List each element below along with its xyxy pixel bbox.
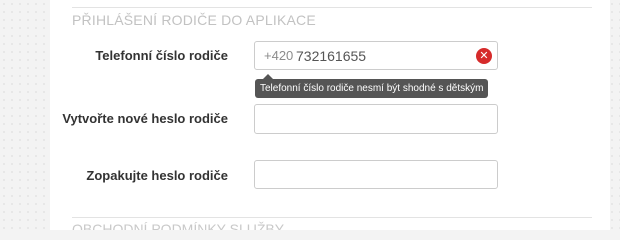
page-background: PŘIHLÁŠENÍ RODIČE DO APLIKACE Telefonní …: [0, 0, 620, 230]
repeat-password-label: Zopakujte heslo rodiče: [86, 168, 228, 183]
next-section-title: OBCHODNÍ PODMÍNKY SLUŽBY: [72, 221, 285, 230]
new-password-field[interactable]: [254, 104, 498, 134]
repeat-password-field[interactable]: [254, 160, 498, 189]
section-title: PŘIHLÁŠENÍ RODIČE DO APLIKACE: [72, 12, 316, 28]
new-password-input[interactable]: [255, 105, 497, 133]
phone-field[interactable]: +420 ✕: [254, 41, 498, 70]
new-password-label: Vytvořte nové heslo rodiče: [62, 111, 228, 126]
error-circle-icon: ✕: [476, 48, 492, 64]
repeat-password-input[interactable]: [255, 161, 497, 188]
error-tooltip: Telefonní číslo rodiče nesmí být shodné …: [255, 74, 489, 98]
section-divider-bottom: [72, 217, 592, 218]
phone-input[interactable]: [255, 42, 497, 69]
section-divider: [72, 7, 592, 8]
phone-label: Telefonní číslo rodiče: [95, 48, 228, 63]
form-panel: PŘIHLÁŠENÍ RODIČE DO APLIKACE Telefonní …: [50, 0, 610, 230]
